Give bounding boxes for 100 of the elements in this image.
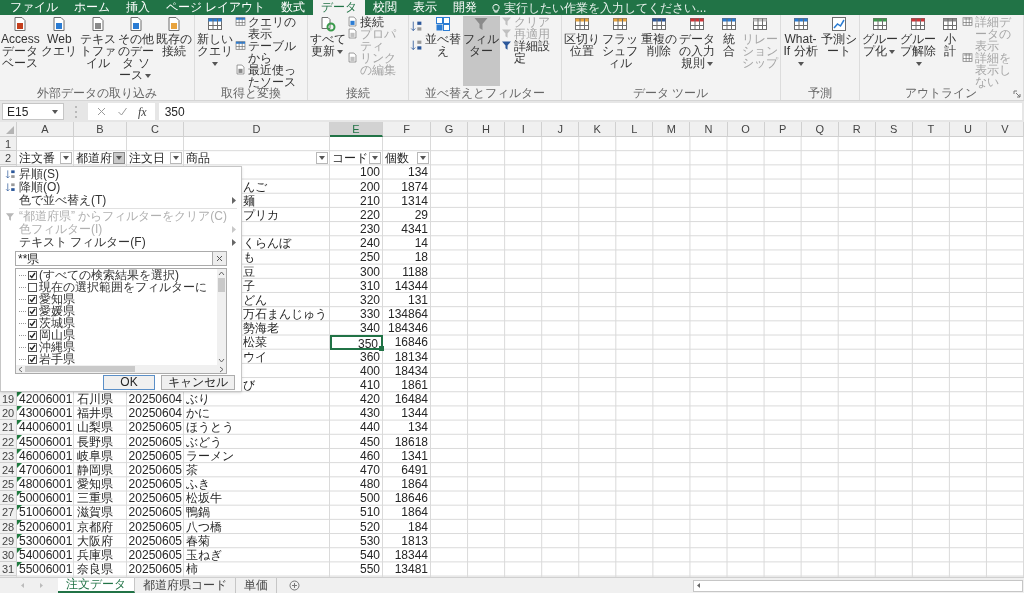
ribbon-button[interactable]: Web クエリ xyxy=(40,16,78,86)
scroll-left-icon[interactable] xyxy=(18,365,23,373)
sheet-tab[interactable]: 都道府県コード xyxy=(135,578,236,593)
ribbon-button[interactable]: 詳細設定 xyxy=(501,40,560,64)
checkbox[interactable] xyxy=(28,282,37,292)
menu-tab[interactable]: ページ レイアウト xyxy=(158,0,274,15)
menu-item[interactable]: 色で並べ替え(T) xyxy=(1,194,241,207)
filter-button[interactable] xyxy=(369,152,381,165)
row-header[interactable]: 21 xyxy=(0,420,17,435)
column-header[interactable]: A xyxy=(17,122,74,137)
scrollbar-thumb[interactable] xyxy=(218,278,225,292)
column-header[interactable]: K xyxy=(579,122,617,137)
row-header[interactable]: 25 xyxy=(0,477,17,492)
scroll-down-icon[interactable] xyxy=(218,358,225,363)
menu-tab[interactable]: 校閲 xyxy=(365,0,406,15)
grip-icon[interactable] xyxy=(74,103,78,120)
ribbon-button[interactable]: クエリの表示 xyxy=(234,16,306,40)
column-header[interactable]: P xyxy=(764,122,802,137)
ribbon-button[interactable]: グループ解除 xyxy=(899,16,938,86)
column-header[interactable]: B xyxy=(74,122,127,137)
column-header[interactable]: F xyxy=(383,122,431,137)
filter-button[interactable] xyxy=(170,152,182,165)
column-header[interactable]: L xyxy=(616,122,654,137)
column-header[interactable]: Q xyxy=(801,122,839,137)
insert-function-button[interactable]: fx xyxy=(138,104,147,119)
ribbon-button[interactable]: データの入力規則 xyxy=(678,16,717,86)
filter-button[interactable] xyxy=(113,152,125,165)
column-header[interactable]: D xyxy=(184,122,330,137)
scrollbar-thumb[interactable] xyxy=(25,366,135,372)
column-header[interactable]: V xyxy=(986,122,1024,137)
checkbox[interactable] xyxy=(28,354,37,364)
dialog-launcher-icon[interactable] xyxy=(1013,90,1021,98)
ribbon-button[interactable]: 既存の接続 xyxy=(155,16,193,86)
menu-tab[interactable]: データ xyxy=(313,0,366,15)
column-header[interactable]: O xyxy=(727,122,765,137)
checkbox[interactable] xyxy=(28,306,37,316)
dialog-button[interactable]: OK xyxy=(103,375,155,390)
sort-descending-icon[interactable] xyxy=(410,39,424,52)
menu-tab[interactable]: ファイル xyxy=(2,0,66,15)
filter-button[interactable] xyxy=(417,152,429,165)
search-field[interactable]: **県 xyxy=(15,251,213,266)
tell-me-field[interactable]: 実行したい作業を入力してください... xyxy=(504,0,755,15)
menu-tab[interactable]: 開発 xyxy=(445,0,486,15)
column-header[interactable]: J xyxy=(542,122,580,137)
menu-item[interactable]: 昇順(S) xyxy=(1,168,241,181)
ribbon-button[interactable]: What-If 分析 xyxy=(781,16,820,86)
menu-tab[interactable]: 挿入 xyxy=(118,0,158,15)
checkbox[interactable] xyxy=(28,318,37,328)
column-header[interactable]: H xyxy=(468,122,506,137)
clear-search-button[interactable] xyxy=(213,251,227,266)
ribbon-button[interactable]: 区切り位置 xyxy=(562,16,601,86)
checkbox[interactable] xyxy=(28,294,37,304)
column-header[interactable]: T xyxy=(912,122,950,137)
row-header[interactable]: 26 xyxy=(0,491,17,506)
column-header[interactable]: U xyxy=(949,122,987,137)
sheet-tab[interactable]: 注文データ xyxy=(58,578,135,593)
scroll-up-icon[interactable] xyxy=(218,271,225,276)
menu-item[interactable]: テキスト フィルター(F) xyxy=(1,236,241,249)
menu-tab[interactable]: ホーム xyxy=(66,0,118,15)
cancel-icon[interactable] xyxy=(96,106,107,117)
column-header[interactable]: C xyxy=(127,122,184,137)
filter-button[interactable] xyxy=(60,152,72,165)
filter-button[interactable] xyxy=(316,152,328,165)
ribbon-button[interactable]: グループ化 xyxy=(860,16,899,86)
row-header[interactable]: 1 xyxy=(0,137,17,152)
row-header[interactable]: 19 xyxy=(0,392,17,407)
column-header[interactable]: N xyxy=(690,122,728,137)
row-header[interactable]: 27 xyxy=(0,505,17,520)
column-header[interactable]: S xyxy=(875,122,913,137)
ribbon-button[interactable]: Access データベース xyxy=(1,16,40,86)
ribbon-button[interactable]: 並べ替え xyxy=(424,16,462,86)
sort-ascending-icon[interactable] xyxy=(410,20,424,33)
name-box[interactable]: E15 xyxy=(2,103,64,120)
column-header[interactable]: M xyxy=(653,122,691,137)
add-sheet-icon[interactable] xyxy=(289,580,300,591)
dialog-button[interactable]: キャンセル xyxy=(161,375,235,390)
menu-item[interactable]: 降順(O) xyxy=(1,181,241,194)
ribbon-button[interactable]: 統合 xyxy=(717,16,741,86)
checkbox[interactable] xyxy=(28,270,37,280)
ribbon-button[interactable]: 接続 xyxy=(347,16,408,28)
sheet-tab[interactable]: 単価 xyxy=(236,578,277,593)
column-header[interactable]: R xyxy=(838,122,876,137)
column-header[interactable]: E xyxy=(330,122,383,137)
column-header[interactable]: I xyxy=(505,122,543,137)
fill-handle-icon[interactable] xyxy=(379,345,384,351)
error-indicator-icon[interactable] xyxy=(17,548,22,553)
horizontal-scrollbar[interactable] xyxy=(693,579,1023,592)
menu-tab[interactable]: 表示 xyxy=(405,0,446,15)
ribbon-button[interactable]: フィルター xyxy=(462,16,501,86)
scroll-left-icon[interactable] xyxy=(696,582,701,589)
ribbon-button[interactable]: 新しいクエリ xyxy=(195,16,234,86)
ribbon-button[interactable]: その他のデータ ソース xyxy=(117,16,155,86)
column-header[interactable]: G xyxy=(431,122,469,137)
ribbon-button[interactable]: 最近使ったソース xyxy=(234,64,306,88)
ribbon-button[interactable]: すべて更新 xyxy=(308,16,347,86)
checkbox[interactable] xyxy=(28,330,37,340)
check-icon[interactable] xyxy=(117,106,128,117)
ribbon-button[interactable]: テーブルから xyxy=(234,40,306,64)
row-header[interactable]: 20 xyxy=(0,406,17,421)
row-header[interactable]: 31 xyxy=(0,562,17,577)
